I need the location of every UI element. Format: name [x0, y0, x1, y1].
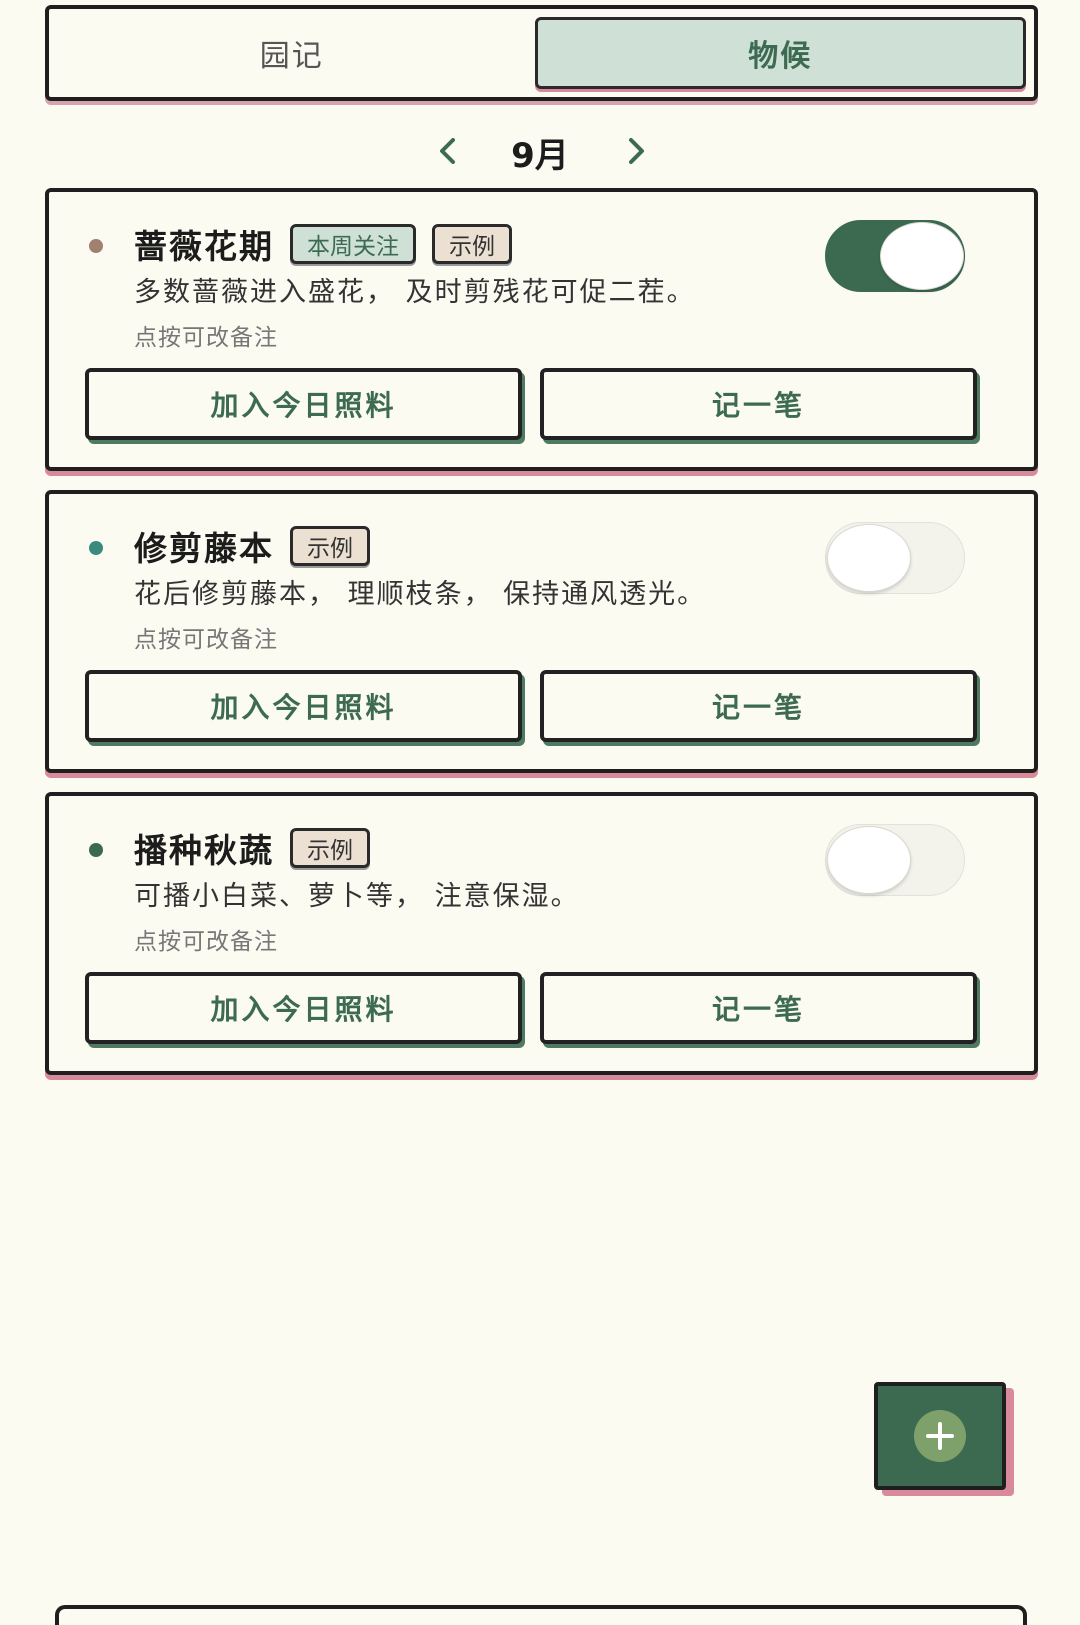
log-entry-button[interactable]: 记一笔 [540, 368, 977, 440]
card-actions: 加入今日照料 记一笔 [85, 368, 977, 440]
add-to-today-button[interactable]: 加入今日照料 [85, 368, 522, 440]
tab-phenology[interactable]: 物候 [534, 17, 1026, 89]
card-actions: 加入今日照料 记一笔 [85, 670, 977, 742]
month-label: 9月 [511, 136, 569, 176]
edit-note-link[interactable]: 点按可改备注 [134, 318, 278, 352]
chevron-left-icon[interactable] [422, 126, 472, 176]
log-entry-button[interactable]: 记一笔 [540, 972, 977, 1044]
card-title-row: 蔷薇花期 本周关注 示例 [134, 220, 512, 268]
view-tabs: 园记 物候 [45, 5, 1038, 101]
add-to-today-button[interactable]: 加入今日照料 [85, 670, 522, 742]
card-description: 可播小白菜、萝卜等， 注意保湿。 [134, 881, 580, 912]
sample-badge: 示例 [290, 526, 370, 566]
card-actions: 加入今日照料 记一笔 [85, 972, 977, 1044]
edit-note-link[interactable]: 点按可改备注 [134, 922, 278, 956]
bottom-bar [55, 1605, 1027, 1625]
plus-icon [914, 1410, 966, 1462]
status-dot [89, 843, 103, 857]
card-description: 多数蔷薇进入盛花， 及时剪残花可促二茬。 [134, 277, 696, 308]
status-dot [89, 239, 103, 253]
add-to-today-button[interactable]: 加入今日照料 [85, 972, 522, 1044]
add-button[interactable] [874, 1382, 1006, 1490]
chevron-right-icon[interactable] [612, 126, 662, 176]
enable-toggle[interactable] [825, 824, 965, 896]
card-title: 蔷薇花期 [134, 227, 274, 266]
phenology-card: 蔷薇花期 本周关注 示例 多数蔷薇进入盛花， 及时剪残花可促二茬。 点按可改备注… [45, 188, 1038, 471]
card-title: 播种秋蔬 [134, 831, 274, 870]
status-dot [89, 541, 103, 555]
enable-toggle[interactable] [825, 522, 965, 594]
toggle-knob [880, 222, 964, 290]
phenology-card: 修剪藤本 示例 花后修剪藤本， 理顺枝条， 保持通风透光。 点按可改备注 加入今… [45, 490, 1038, 773]
card-title-row: 修剪藤本 示例 [134, 522, 370, 570]
sample-badge: 示例 [432, 224, 512, 264]
toggle-knob [827, 524, 911, 592]
month-nav: 9月 [0, 120, 1080, 184]
card-description: 花后修剪藤本， 理顺枝条， 保持通风透光。 [134, 579, 707, 610]
edit-note-link[interactable]: 点按可改备注 [134, 620, 278, 654]
card-title: 修剪藤本 [134, 529, 274, 568]
focus-badge: 本周关注 [290, 224, 416, 264]
tab-garden-log[interactable]: 园记 [49, 9, 535, 97]
sample-badge: 示例 [290, 828, 370, 868]
log-entry-button[interactable]: 记一笔 [540, 670, 977, 742]
enable-toggle[interactable] [825, 220, 965, 292]
card-title-row: 播种秋蔬 示例 [134, 824, 370, 872]
phenology-card: 播种秋蔬 示例 可播小白菜、萝卜等， 注意保湿。 点按可改备注 加入今日照料 记… [45, 792, 1038, 1075]
toggle-knob [827, 826, 911, 894]
